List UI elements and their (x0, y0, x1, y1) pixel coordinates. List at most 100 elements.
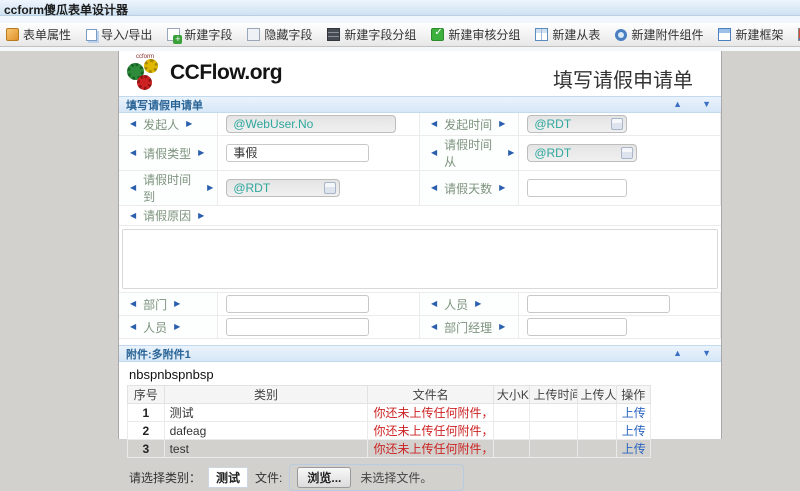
calendar-icon[interactable] (324, 182, 336, 194)
toolbar-button-new-subtable[interactable]: 新建从表 (535, 26, 600, 43)
move-field-left-icon[interactable] (431, 300, 437, 308)
titlebar-spacer (0, 16, 800, 23)
move-field-right-icon[interactable] (174, 323, 180, 331)
move-field-right-icon[interactable] (207, 184, 213, 192)
move-field-left-icon[interactable] (130, 120, 136, 128)
ccflow-logo: ccform CCFlow.org (127, 54, 282, 92)
table-row: 1 测试 你还未上传任何附件，请上传附件 上传 (128, 404, 651, 422)
move-field-left-icon[interactable] (431, 149, 437, 157)
input-cell (218, 316, 420, 339)
leave-days-input[interactable] (527, 179, 627, 197)
move-field-left-icon[interactable] (130, 323, 136, 331)
move-field-right-icon[interactable] (499, 120, 505, 128)
size-cell (493, 404, 530, 422)
toolbar-button-new-attachment[interactable]: 新建附件组件 (615, 26, 703, 43)
department-input[interactable] (226, 295, 369, 313)
move-field-right-icon[interactable] (198, 149, 204, 157)
toolbar-button-label: 新建框架 (735, 26, 783, 43)
move-field-left-icon[interactable] (431, 120, 437, 128)
move-field-left-icon[interactable] (130, 212, 136, 220)
browse-button[interactable]: 浏览... (297, 467, 351, 488)
dept-manager-input[interactable] (527, 318, 627, 336)
attachments-note: nbspnbspnbsp (119, 362, 721, 385)
input-cell (519, 316, 721, 339)
field-cell-leave-to: 请假时间到 (119, 171, 218, 206)
filename-cell: 你还未上传任何附件，请上传附件 (368, 422, 493, 440)
form-properties-icon (6, 28, 19, 41)
person2-input[interactable] (226, 318, 369, 336)
leave-reason-textarea[interactable] (122, 229, 718, 289)
move-field-left-icon[interactable] (130, 184, 136, 192)
section-move-up-icon[interactable] (673, 349, 682, 358)
toolbar-button-form-properties[interactable]: 表单属性 (6, 26, 71, 43)
window-titlebar: ccform傻瓜表单设计器 (0, 0, 800, 16)
file-label: 文件: (255, 469, 282, 486)
attachments-table-header-row: 序号 类别 文件名 大小KB 上传时间 上传人 操作 (128, 386, 651, 404)
move-field-right-icon[interactable] (499, 323, 505, 331)
new-field-group-icon (327, 28, 340, 41)
form-field-grid: 发起人 @WebUser.No 发起时间 @RDT (119, 113, 721, 339)
section-move-down-icon[interactable] (702, 100, 711, 109)
toolbar-button-new-field[interactable]: 新建字段 (167, 26, 232, 43)
leave-to-input[interactable]: @RDT (226, 179, 340, 197)
file-input[interactable]: 浏览... 未选择文件。 (289, 464, 464, 491)
toolbar-button-label: 导入/导出 (101, 26, 152, 43)
toolbar-button-import-export[interactable]: 导入/导出 (86, 26, 152, 43)
move-field-right-icon[interactable] (499, 184, 505, 192)
upload-link[interactable]: 上传 (616, 404, 650, 422)
size-cell (493, 422, 530, 440)
field-label-department[interactable]: 部门 (143, 296, 167, 313)
start-time-input[interactable]: @RDT (527, 115, 627, 133)
field-label-start-time[interactable]: 发起时间 (444, 116, 492, 133)
category-select[interactable]: 测试 (208, 467, 248, 488)
move-field-left-icon[interactable] (130, 149, 136, 157)
field-label-leave-reason[interactable]: 请假原因 (143, 207, 191, 224)
move-field-right-icon[interactable] (174, 300, 180, 308)
table-row: 3 test 你还未上传任何附件，请上传附件 上传 (128, 440, 651, 458)
section-move-up-icon[interactable] (673, 100, 682, 109)
field-label-person2[interactable]: 人员 (143, 319, 167, 336)
field-label-leave-type[interactable]: 请假类型 (143, 145, 191, 162)
page-title: 填写请假申请单 (553, 64, 693, 93)
uploader-cell (577, 440, 616, 458)
toolbar-button-label: 新建附件组件 (631, 26, 703, 43)
calendar-icon[interactable] (621, 147, 633, 159)
move-field-right-icon[interactable] (186, 120, 192, 128)
field-label-leave-days[interactable]: 请假天数 (444, 180, 492, 197)
input-cell: @WebUser.No (218, 113, 420, 136)
upload-link[interactable]: 上传 (616, 440, 650, 458)
move-field-left-icon[interactable] (130, 300, 136, 308)
move-field-right-icon[interactable] (198, 212, 204, 220)
upload-time-cell (530, 422, 577, 440)
toolbar-button-hidden-field[interactable]: 隐藏字段 (247, 26, 312, 43)
field-label-originator[interactable]: 发起人 (143, 116, 179, 133)
category-cell: test (164, 440, 368, 458)
move-field-right-icon[interactable] (508, 149, 514, 157)
leave-type-input[interactable]: 事假 (226, 144, 369, 162)
field-label-dept-manager[interactable]: 部门经理 (444, 319, 492, 336)
new-audit-group-icon (431, 28, 444, 41)
calendar-icon[interactable] (611, 118, 623, 130)
column-header-serial: 序号 (128, 386, 165, 404)
move-field-left-icon[interactable] (431, 184, 437, 192)
section-move-down-icon[interactable] (702, 349, 711, 358)
toolbar-button-label: 新建字段 (184, 26, 232, 43)
move-field-right-icon[interactable] (475, 300, 481, 308)
toolbar-button-new-field-group[interactable]: 新建字段分组 (327, 26, 416, 43)
move-field-left-icon[interactable] (431, 323, 437, 331)
toolbar-button-new-audit-group[interactable]: 新建审核分组 (431, 26, 520, 43)
toolbar-button-new-frame[interactable]: 新建框架 (718, 26, 783, 43)
upload-time-cell (530, 440, 577, 458)
uploader-cell (577, 404, 616, 422)
leave-from-input[interactable]: @RDT (527, 144, 637, 162)
person-input[interactable] (527, 295, 670, 313)
attachment-upload-bar: 请选择类别： 测试 文件: 浏览... 未选择文件。 (119, 458, 721, 491)
field-label-leave-to[interactable]: 请假时间到 (143, 171, 200, 205)
field-cell-start-time: 发起时间 (420, 113, 519, 136)
upload-link[interactable]: 上传 (616, 422, 650, 440)
field-label-leave-from[interactable]: 请假时间从 (444, 136, 501, 170)
originator-input[interactable]: @WebUser.No (226, 115, 396, 133)
input-cell (519, 293, 721, 316)
field-label-person[interactable]: 人员 (444, 296, 468, 313)
toolbar-button-label: 新建从表 (552, 26, 600, 43)
